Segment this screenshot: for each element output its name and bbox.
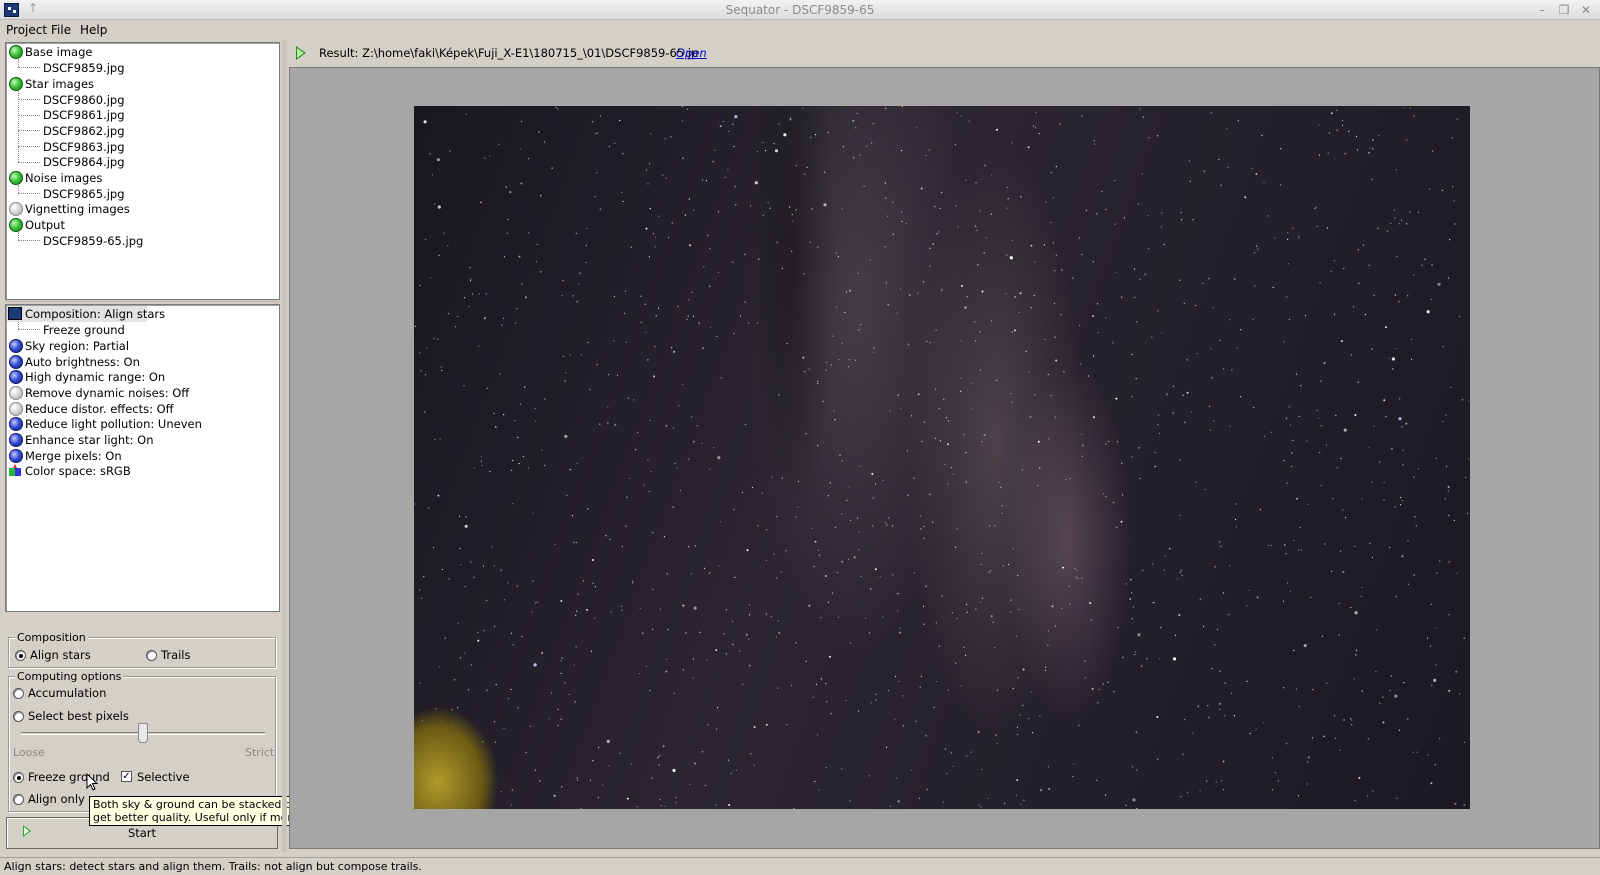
tree-item-star-file[interactable]: DSCF9863.jpg [43,139,125,155]
result-image [414,106,1470,809]
tree-item-composition[interactable]: Composition: Align stars [7,306,165,322]
result-bar: Result: Z:\home\faki\Képek\Fuji_X-E1\180… [289,40,1600,66]
tree-item-output-file[interactable]: DSCF9859-65.jpg [43,233,143,249]
align-only-radio[interactable] [13,794,24,805]
computing-options-title: Computing options [15,670,124,683]
computing-options-group: Computing options Accumulation Select be… [8,670,276,812]
status-blue-icon [9,417,23,431]
select-best-pixels-radio[interactable] [13,711,24,722]
files-tree-panel[interactable]: Base image DSCF9859.jpg Star images DSCF… [5,42,280,300]
accumulation-label[interactable]: Accumulation [28,686,106,700]
panel-splitter[interactable] [5,300,280,303]
status-gray-icon [9,402,23,416]
tree-item-vignetting-images[interactable]: Vignetting images [6,201,276,217]
select-best-pixels-label[interactable]: Select best pixels [28,709,129,723]
open-result-link[interactable]: Open [676,46,707,60]
result-arrow-icon [296,46,306,60]
tree-item-star-file[interactable]: DSCF9860.jpg [43,92,125,108]
composition-group: Composition Align stars Trails [8,631,276,668]
tree-item-output[interactable]: Output [6,217,276,233]
star-field [414,106,1470,809]
composition-icon [8,307,22,320]
foreground-tree [414,629,534,809]
status-bar: Align stars: detect stars and align them… [0,857,1600,875]
strict-label: Strict [245,746,275,759]
loose-label: Loose [13,746,45,759]
tree-item-freeze-ground[interactable]: Freeze ground [43,322,125,338]
tree-item-star-images[interactable]: Star images [6,76,276,92]
close-icon[interactable]: ✕ [1578,2,1594,18]
status-green-icon [9,77,23,91]
tree-item-enhance-star-light[interactable]: Enhance star light: On [6,432,276,448]
tree-item-color-space[interactable]: Color space: sRGB [6,463,276,479]
window-title: Sequator - DSCF9859-65 [725,3,875,17]
settings-tree-panel[interactable]: Composition: Align stars Freeze ground S… [5,304,280,612]
composition-group-title: Composition [15,631,88,644]
tree-item-base-image[interactable]: Base image [6,44,276,60]
status-gray-icon [9,386,23,400]
vertical-splitter[interactable] [282,40,287,852]
status-green-icon [9,45,23,59]
minimize-icon[interactable]: – [1534,2,1550,18]
tree-item-reduce-light-pollution[interactable]: Reduce light pollution: Uneven [6,416,276,432]
status-blue-icon [9,433,23,447]
tree-item-star-file[interactable]: DSCF9861.jpg [43,107,125,123]
selective-label[interactable]: Selective [137,770,190,784]
tree-item-reduce-distortion[interactable]: Reduce distor. effects: Off [6,401,276,417]
start-button-label: Start [127,826,157,840]
status-green-icon [9,171,23,185]
tree-item-star-file[interactable]: DSCF9864.jpg [43,154,125,170]
status-gray-icon [9,202,23,216]
menu-project[interactable]: Project [6,23,47,37]
accumulation-radio[interactable] [13,688,24,699]
tree-item-remove-noises[interactable]: Remove dynamic noises: Off [6,385,276,401]
result-path: Result: Z:\home\faki\Képek\Fuji_X-E1\180… [319,46,699,60]
tree-item-star-file[interactable]: DSCF9862.jpg [43,123,125,139]
tree-item-noise-images[interactable]: Noise images [6,170,276,186]
tree-item-hdr[interactable]: High dynamic range: On [6,369,276,385]
restore-icon[interactable]: ❐ [1556,2,1572,18]
align-only-label[interactable]: Align only [28,792,85,806]
mouse-cursor-icon [86,773,99,791]
menu-help[interactable]: Help [80,23,107,37]
menu-file[interactable]: File [51,23,71,37]
trails-label[interactable]: Trails [161,648,191,662]
status-text: Align stars: detect stars and align them… [4,860,422,873]
tree-item-noise-file[interactable]: DSCF9865.jpg [43,186,125,202]
status-blue-icon [9,449,23,463]
tree-item-merge-pixels[interactable]: Merge pixels: On [6,448,276,464]
status-blue-icon [9,370,23,384]
strictness-slider-thumb[interactable] [138,723,148,743]
status-green-icon [9,218,23,232]
align-stars-label[interactable]: Align stars [30,648,91,662]
freeze-ground-radio[interactable] [13,772,24,783]
status-blue-icon [9,355,23,369]
color-space-icon [9,464,21,476]
tree-item-sky-region[interactable]: Sky region: Partial [6,338,276,354]
align-stars-radio[interactable] [15,650,26,661]
tree-item-base-file[interactable]: DSCF9859.jpg [43,60,125,76]
status-blue-icon [9,339,23,353]
image-viewer[interactable] [289,67,1600,849]
selective-checkbox[interactable]: ✓ [121,771,132,782]
menu-bar: Project File Help [0,20,280,40]
trails-radio[interactable] [146,650,157,661]
title-bar: ↑ Sequator - DSCF9859-65 – ❐ ✕ [0,0,1600,20]
tree-item-auto-brightness[interactable]: Auto brightness: On [6,354,276,370]
